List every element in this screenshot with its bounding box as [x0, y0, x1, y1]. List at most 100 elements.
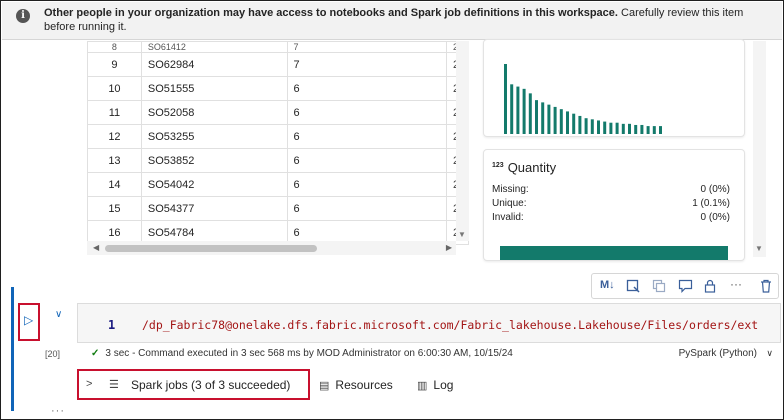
- stat-missing: Missing: 0 (0%): [492, 184, 730, 195]
- resources-label: Resources: [335, 378, 393, 392]
- output-tabs: > ☰ Spark jobs (3 of 3 succeeded) ▤ Resou…: [77, 369, 781, 401]
- distribution-bar: [634, 124, 638, 134]
- column-name: Quantity: [507, 160, 557, 175]
- table-horizontal-scrollbar[interactable]: ◀ ▶: [87, 241, 456, 255]
- info-icon: i: [16, 9, 30, 23]
- scroll-left-arrow-icon[interactable]: ◀: [93, 243, 99, 252]
- distribution-bar: [621, 123, 625, 134]
- resources-tab[interactable]: ▤ Resources: [319, 378, 393, 392]
- stat-value: 0 (0%): [700, 184, 730, 195]
- code-editor[interactable]: 1 /dp_Fabric78@onelake.dfs.fabric.micros…: [77, 303, 781, 343]
- code-line[interactable]: /dp_Fabric78@onelake.dfs.fabric.microsof…: [142, 318, 758, 332]
- summary-vertical-scrollbar[interactable]: ▼: [753, 41, 766, 257]
- stat-unique: Unique: 1 (0.1%): [492, 198, 730, 209]
- log-tab[interactable]: ▥ Log: [417, 378, 453, 392]
- distribution-bar: [578, 115, 582, 134]
- stat-invalid: Invalid: 0 (0%): [492, 212, 730, 223]
- table-row: 15SO5437762: [87, 196, 469, 221]
- distribution-bar: [547, 104, 551, 134]
- spark-jobs-list-icon: ☰: [109, 379, 119, 391]
- table-row: 14SO5404262: [87, 172, 469, 197]
- run-options-chevron-down-icon[interactable]: ∨: [55, 309, 62, 320]
- execution-count: [20]: [45, 349, 61, 359]
- distribution-bar: [603, 121, 607, 134]
- warning-banner: i Other people in your organization may …: [2, 2, 782, 40]
- quantity-summary-card: 123 Quantity Missing: 0 (0%) Unique: 1 (0…: [483, 149, 745, 261]
- chevron-right-icon: >: [86, 378, 93, 390]
- distribution-bar: [628, 123, 631, 134]
- value-cell: 6: [286, 148, 447, 173]
- distribution-bar: [590, 119, 594, 134]
- search-cell-icon[interactable]: [626, 279, 640, 293]
- distribution-bar: [535, 100, 538, 134]
- row-index-cell: 14: [87, 172, 142, 197]
- table-row: 12SO5325562: [87, 124, 469, 149]
- column-title: 123 Quantity: [492, 160, 556, 175]
- play-icon: ▷: [24, 313, 34, 327]
- execution-status-text: 3 sec - Command executed in 3 sec 568 ms…: [105, 348, 513, 359]
- row-index-cell: 8: [87, 41, 142, 53]
- run-cell-button[interactable]: ▷: [18, 303, 40, 341]
- value-cell: 6: [286, 100, 447, 125]
- delete-cell-icon[interactable]: [760, 279, 772, 293]
- markdown-toggle-button[interactable]: M↓: [600, 279, 615, 291]
- lock-icon[interactable]: [704, 279, 716, 293]
- value-cell: 6: [286, 172, 447, 197]
- distribution-bar: [541, 102, 545, 134]
- row-index-cell: 15: [87, 196, 142, 221]
- banner-bold-text: Other people in your organization may ha…: [44, 7, 618, 19]
- distribution-bar: [510, 84, 514, 134]
- sales-order-cell: SO52058: [140, 100, 288, 125]
- distribution-bar: [640, 124, 644, 134]
- distribution-bar: [504, 64, 507, 134]
- distribution-bar: [609, 122, 613, 134]
- stat-value: 0 (0%): [700, 212, 730, 223]
- distribution-card: [483, 39, 745, 137]
- stat-value: 1 (0.1%): [692, 198, 730, 209]
- table-row: 8SO6141272: [87, 41, 469, 53]
- distribution-bar: [553, 106, 557, 134]
- distribution-bar: [584, 118, 588, 134]
- table-vertical-scrollbar[interactable]: ▼: [456, 41, 469, 241]
- value-cell: 6: [286, 76, 447, 101]
- log-document-icon: ▥: [417, 380, 428, 392]
- output-table: 8SO61412729SO629847210SO515556211SO52058…: [87, 41, 469, 245]
- table-row: 13SO5385262: [87, 148, 469, 173]
- row-index-cell: 12: [87, 124, 142, 149]
- distribution-bar: [615, 122, 619, 134]
- language-selector[interactable]: PySpark (Python): [679, 348, 757, 359]
- comment-icon[interactable]: [678, 279, 693, 293]
- value-cell: 6: [286, 124, 447, 149]
- distribution-bar: [528, 93, 532, 134]
- sales-order-cell: SO61412: [140, 41, 288, 53]
- row-index-cell: 9: [87, 52, 142, 77]
- stat-label: Missing:: [492, 184, 529, 195]
- sales-order-cell: SO51555: [140, 76, 288, 101]
- copy-cell-icon[interactable]: [652, 279, 666, 293]
- numeric-type-icon: 123: [492, 162, 504, 169]
- spark-jobs-toggle[interactable]: > ☰ Spark jobs (3 of 3 succeeded): [77, 369, 310, 400]
- distribution-bar: [516, 86, 520, 134]
- distribution-bar: [566, 111, 569, 134]
- scroll-down-arrow-icon[interactable]: ▼: [755, 244, 763, 253]
- table-row: 10SO5155562: [87, 76, 469, 101]
- more-options-button[interactable]: ···: [730, 277, 742, 291]
- line-number: 1: [108, 318, 116, 332]
- value-cell: 7: [286, 52, 447, 77]
- execution-status: ✓ 3 sec - Command executed in 3 sec 568 m…: [91, 348, 777, 359]
- language-chevron-down-icon[interactable]: ∨: [766, 348, 773, 359]
- spark-jobs-label: Spark jobs (3 of 3 succeeded): [131, 378, 291, 392]
- distribution-bar: [597, 120, 600, 134]
- value-cell: 6: [286, 196, 447, 221]
- table-row: 9SO6298472: [87, 52, 469, 77]
- resources-chart-icon: ▤: [319, 380, 330, 392]
- scroll-right-arrow-icon[interactable]: ▶: [446, 243, 452, 252]
- sales-order-cell: SO54042: [140, 172, 288, 197]
- scroll-down-arrow-icon[interactable]: ▼: [458, 230, 466, 239]
- more-options-icon[interactable]: ···: [51, 405, 65, 417]
- row-index-cell: 10: [87, 76, 142, 101]
- distribution-bar: [522, 88, 526, 134]
- notebook-window: i Other people in your organization may …: [0, 0, 784, 420]
- distribution-bar: [559, 109, 563, 134]
- horizontal-scroll-thumb[interactable]: [105, 245, 317, 252]
